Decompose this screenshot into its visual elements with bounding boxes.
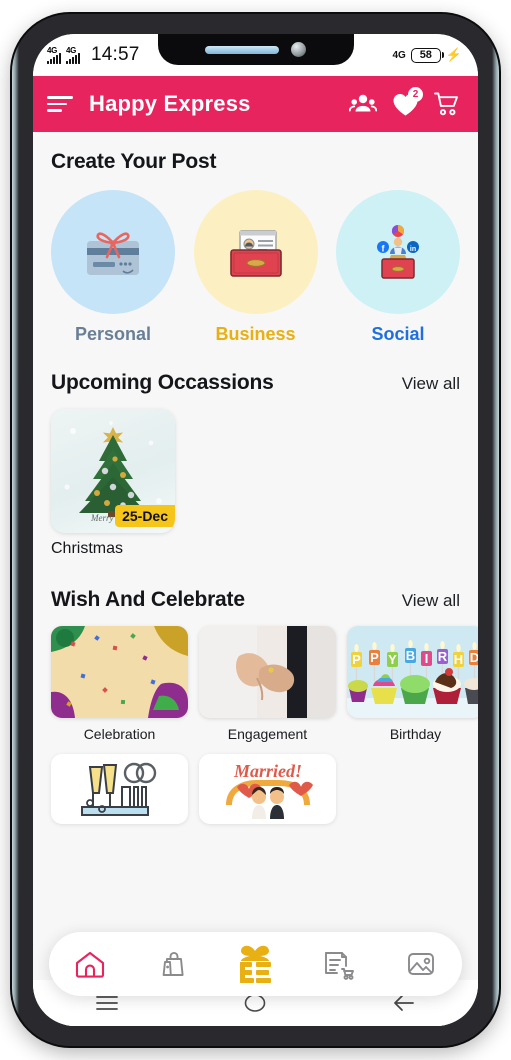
phone-notch bbox=[157, 34, 354, 65]
business-circle bbox=[193, 190, 318, 314]
battery-indicator: 58 bbox=[410, 47, 441, 63]
wish-card-married[interactable]: Married! bbox=[199, 754, 336, 832]
occasions-view-all-link[interactable]: View all bbox=[402, 374, 460, 394]
shopping-cart-icon[interactable] bbox=[432, 89, 462, 119]
hamburger-menu-icon[interactable] bbox=[47, 96, 73, 112]
network-type-label-2: 4G bbox=[66, 45, 77, 55]
briefcase-document-icon bbox=[229, 230, 282, 277]
svg-text:B: B bbox=[406, 648, 415, 663]
personal-label: Personal bbox=[74, 324, 152, 344]
occasions-title: Upcoming Occassions bbox=[51, 371, 274, 394]
social-label: Social bbox=[371, 324, 425, 344]
occasions-header: Upcoming Occassions View all bbox=[33, 371, 478, 395]
wish-celebrate-view-all-link[interactable]: View all bbox=[402, 591, 460, 611]
svg-text:Married!: Married! bbox=[232, 761, 301, 781]
social-podium-icon: f in bbox=[377, 225, 419, 279]
signal-strength-icon-2: 4G bbox=[66, 45, 80, 64]
create-post-title: Create Your Post bbox=[51, 150, 217, 173]
group-people-icon[interactable] bbox=[348, 89, 378, 119]
wish-card-birthday[interactable]: P P Y B I R H D Birthday bbox=[347, 626, 478, 742]
wish-card-label: Engagement bbox=[227, 726, 308, 742]
nav-orders-cart-icon[interactable] bbox=[311, 941, 365, 987]
app-header: Happy Express 2 bbox=[33, 76, 478, 132]
wish-celebrate-header: Wish And Celebrate View all bbox=[33, 588, 478, 612]
nav-home-icon[interactable] bbox=[63, 941, 117, 987]
wish-celebrate-row-2: Married! bbox=[33, 742, 478, 832]
create-post-items: Personal Business f in Social bbox=[33, 174, 478, 345]
create-post-section: Create Your Post Personal Business f in … bbox=[33, 132, 478, 345]
married-couple-thumbnail: Married! bbox=[199, 754, 336, 824]
occasion-card-christmas[interactable]: Merry Chr 25-Dec Christmas bbox=[51, 409, 175, 558]
ring-exchange-photo-thumbnail bbox=[199, 626, 336, 718]
signal-strength-icon-1: 4G bbox=[47, 45, 61, 64]
wish-card-engagement[interactable]: Engagement bbox=[199, 626, 336, 742]
business-label: Business bbox=[215, 324, 296, 344]
svg-text:D: D bbox=[470, 650, 478, 665]
nav-he-gift-logo-icon[interactable] bbox=[228, 941, 282, 987]
nav-gallery-image-icon[interactable] bbox=[394, 941, 448, 987]
wish-card-label: Celebration bbox=[83, 726, 156, 742]
front-camera-icon bbox=[291, 42, 306, 57]
svg-text:I: I bbox=[425, 651, 429, 666]
create-post-item-business[interactable]: Business bbox=[193, 190, 318, 345]
create-post-header: Create Your Post bbox=[33, 150, 478, 174]
heart-favorites-icon[interactable]: 2 bbox=[390, 87, 423, 119]
wish-celebrate-section: Wish And Celebrate View all Celebration … bbox=[33, 558, 478, 832]
svg-text:H: H bbox=[454, 652, 463, 667]
app-scroll-body[interactable]: Create Your Post Personal Business f in … bbox=[33, 132, 478, 1026]
phone-screen: 4G 4G 14:57 4G 58 ⚡ Happy Express 2 Crea… bbox=[33, 34, 478, 1026]
occasion-date-badge: 25-Dec bbox=[115, 505, 175, 527]
bottom-navigation-bar bbox=[49, 932, 462, 996]
svg-text:P: P bbox=[370, 650, 379, 665]
status-bar-clock: 14:57 bbox=[91, 44, 140, 65]
charging-bolt-icon: ⚡ bbox=[445, 47, 462, 62]
app-title: Happy Express bbox=[89, 91, 251, 116]
gift-card-ribbon-icon bbox=[87, 232, 139, 275]
favorites-count-badge: 2 bbox=[408, 87, 423, 102]
svg-text:R: R bbox=[438, 649, 448, 664]
wish-card-label: Birthday bbox=[389, 726, 442, 742]
birthday-cupcakes-thumbnail: P P Y B I R H D bbox=[347, 626, 478, 718]
christmas-tree-thumbnail: Merry Chr 25-Dec bbox=[51, 409, 175, 533]
status-bar: 4G 4G 14:57 4G 58 ⚡ bbox=[33, 34, 478, 76]
earpiece-speaker bbox=[205, 45, 279, 54]
wish-card-celebration[interactable]: Celebration bbox=[51, 626, 188, 742]
create-post-item-personal[interactable]: Personal bbox=[51, 190, 175, 345]
wish-card-champagne[interactable] bbox=[51, 754, 188, 832]
personal-circle bbox=[51, 190, 175, 314]
phone-frame: 4G 4G 14:57 4G 58 ⚡ Happy Express 2 Crea… bbox=[12, 14, 499, 1046]
network-type-label-right: 4G bbox=[392, 49, 406, 61]
wish-celebrate-title: Wish And Celebrate bbox=[51, 588, 245, 611]
confetti-card-thumbnail bbox=[51, 626, 188, 718]
occasions-section: Upcoming Occassions View all Merry Chr 2… bbox=[33, 345, 478, 558]
create-post-item-social[interactable]: f in Social bbox=[336, 190, 460, 345]
svg-text:Y: Y bbox=[388, 652, 397, 667]
occasion-name: Christmas bbox=[51, 540, 124, 557]
champagne-rings-thumbnail bbox=[51, 754, 188, 824]
svg-text:in: in bbox=[410, 246, 416, 253]
social-circle: f in bbox=[336, 190, 460, 314]
nav-shopping-bag-icon[interactable] bbox=[146, 941, 200, 987]
svg-text:P: P bbox=[352, 652, 361, 667]
network-type-label-1: 4G bbox=[47, 45, 58, 55]
wish-celebrate-row-1: Celebration Engagement P P Y B I R H D B… bbox=[33, 612, 478, 742]
